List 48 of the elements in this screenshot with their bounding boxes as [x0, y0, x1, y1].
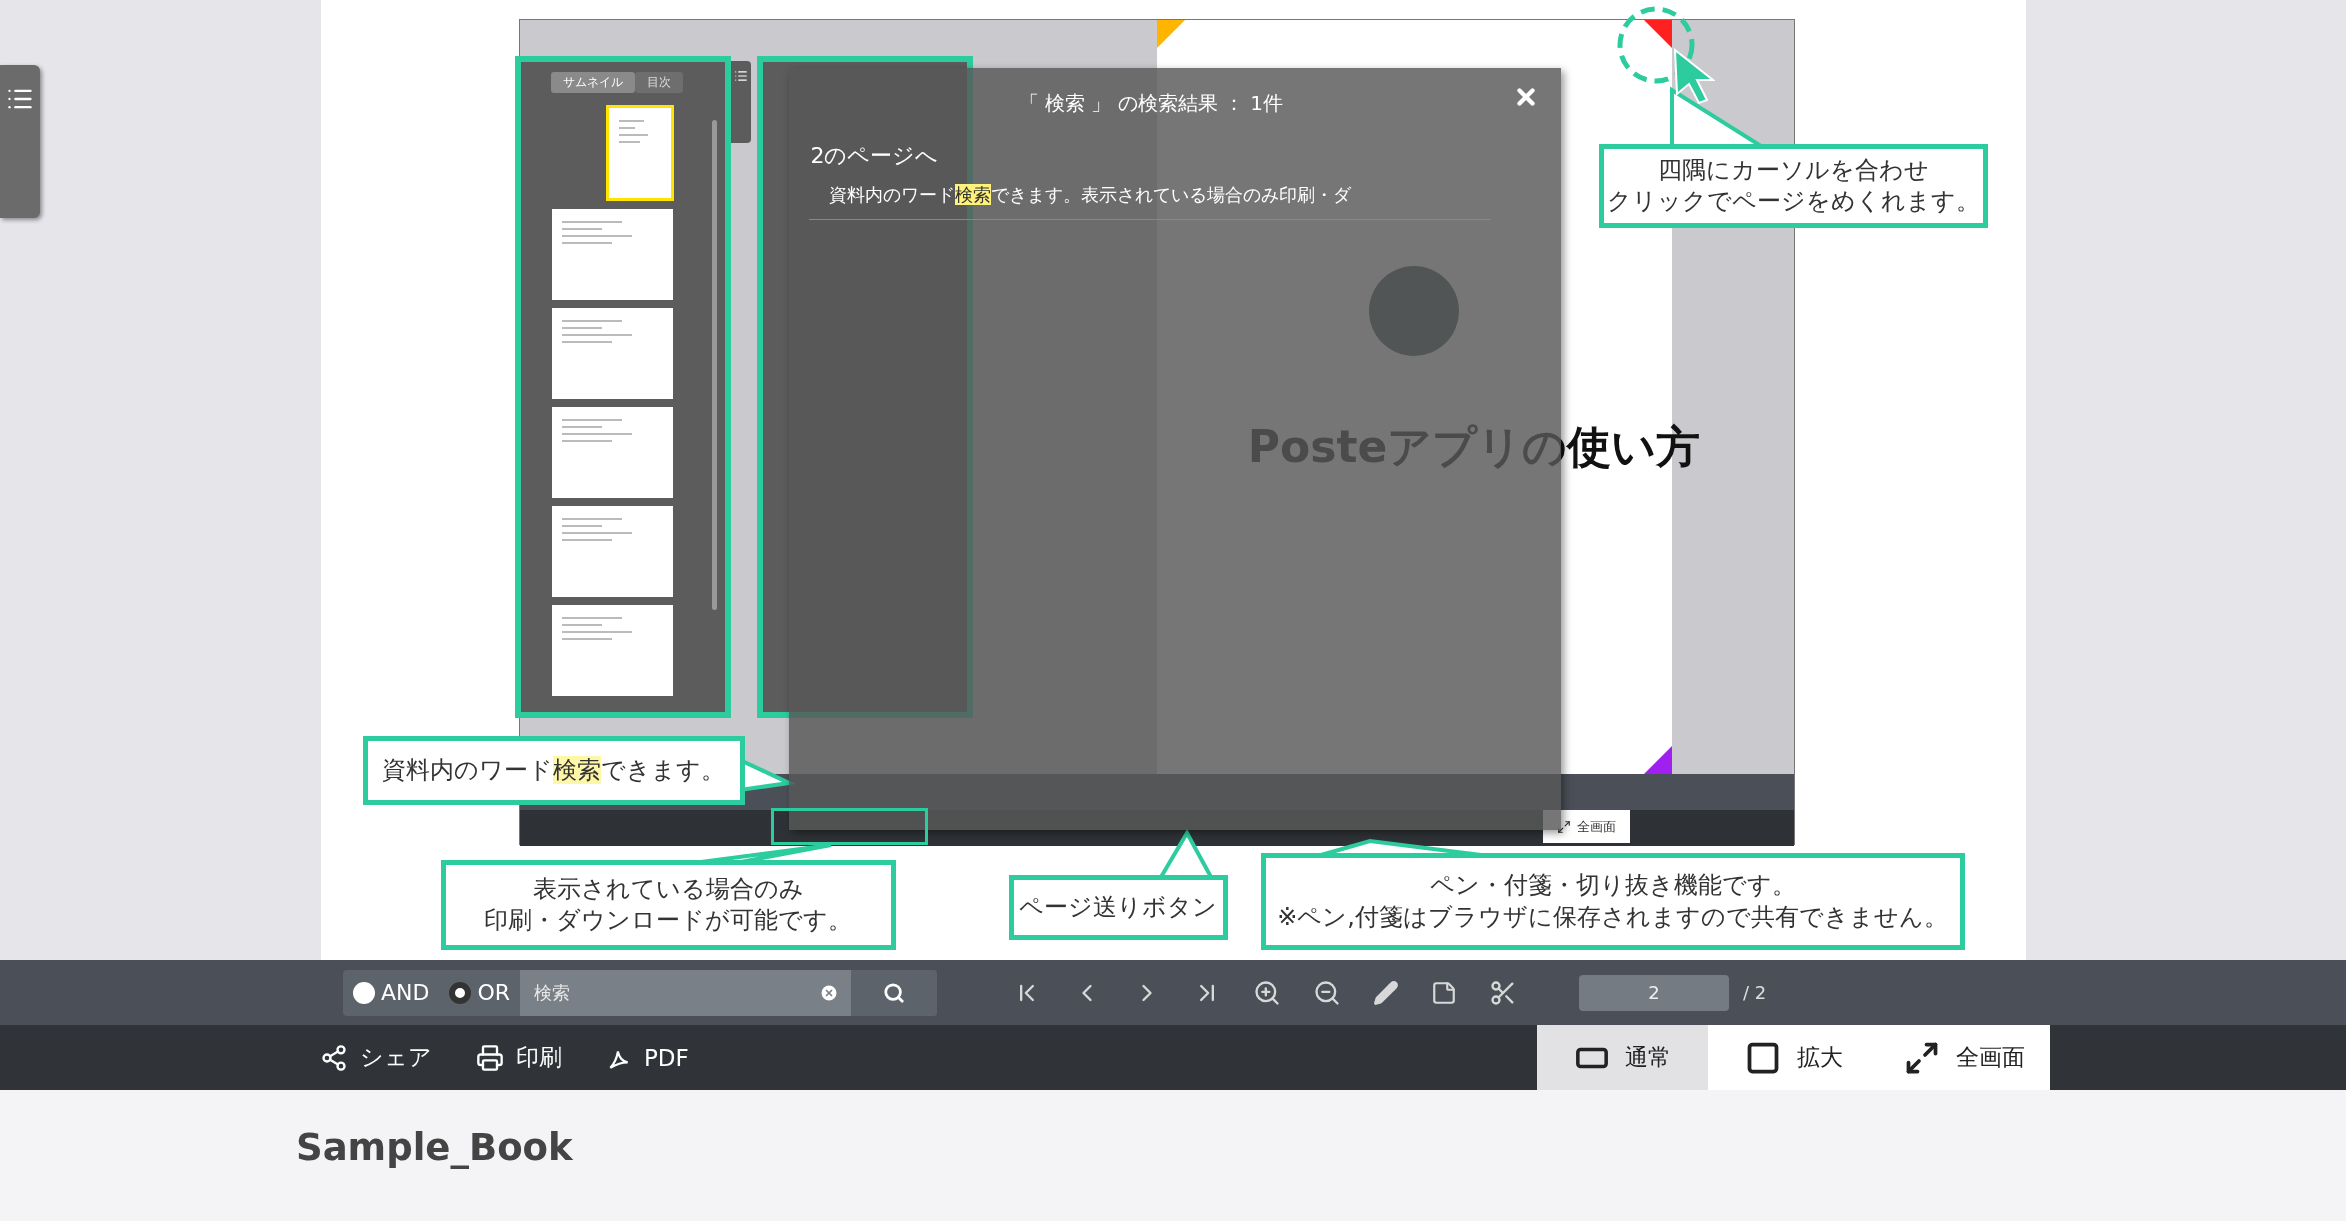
sticky-note-button[interactable]: [1431, 979, 1457, 1006]
sticky-note-icon: [1431, 979, 1457, 1006]
view-mode-button[interactable]: 拡大: [1708, 1025, 1879, 1090]
page-total: / 2: [1743, 982, 1767, 1003]
page-thumbnail[interactable]: [551, 407, 673, 498]
result-page-link[interactable]: 2のページへ: [810, 141, 939, 171]
zoom-in-icon: [1253, 978, 1281, 1007]
pencil-icon: [1373, 979, 1399, 1006]
callout-text: 表示されている場合のみ: [532, 873, 804, 905]
zoom-out-icon: [1313, 978, 1341, 1007]
search-input[interactable]: 検索: [532, 981, 819, 1004]
view-mode-button[interactable]: 通常: [1537, 1025, 1708, 1090]
page-thumbnail[interactable]: [551, 308, 673, 399]
menu-tab[interactable]: [730, 61, 751, 143]
share-button[interactable]: シェア: [320, 1025, 432, 1090]
search-field[interactable]: 検索: [520, 969, 851, 1016]
corner-marker: [1156, 20, 1187, 50]
cursor-icon: [1672, 48, 1715, 104]
result-text[interactable]: 資料内のワード検索できます。表示されている場合のみ印刷・ダ: [828, 183, 1351, 207]
list-icon: [733, 69, 748, 83]
callout-text: ペン・付箋・切り抜き機能です。: [1429, 870, 1796, 902]
callout-text: ページ送りボタン: [1019, 891, 1217, 923]
zoom-in-button[interactable]: [1253, 978, 1281, 1007]
zoom-out-button[interactable]: [1313, 978, 1341, 1007]
print-icon: [476, 1043, 504, 1072]
page-thumbnail[interactable]: [551, 605, 673, 696]
callout-text: ※ペン,付箋はブラウザに保存されますので共有できません。: [1277, 901, 1948, 933]
book-title: Sample_Book: [295, 1125, 574, 1169]
page-thumbnail[interactable]: [605, 105, 674, 201]
page-thumbnail[interactable]: [551, 506, 673, 597]
share-icon: [320, 1043, 348, 1072]
page-field[interactable]: 2: [1579, 974, 1729, 1011]
menu-tab[interactable]: [0, 65, 40, 218]
view-mode-button[interactable]: 全画面: [1879, 1025, 2050, 1090]
page-thumbnail[interactable]: [551, 209, 673, 300]
pen-button[interactable]: [1373, 979, 1399, 1006]
mode-radio[interactable]: OR: [439, 980, 521, 1005]
callout-text: 資料内のワード検索できます。: [382, 754, 725, 786]
pdf-button[interactable]: PDF: [606, 1025, 689, 1090]
callout-text: クリックでページをめくれます。: [1606, 186, 1980, 217]
callout-text: 印刷・ダウンロードが可能です。: [484, 905, 852, 936]
mode-radio[interactable]: AND: [343, 980, 440, 1005]
print-button[interactable]: 印刷: [476, 1025, 562, 1090]
dialog-heading: 「 検索 」 の検索結果 ： 1件: [1018, 90, 1283, 117]
search-icon: [883, 981, 905, 1004]
panel-tab[interactable]: 目次: [634, 72, 683, 93]
callout-text: 四隅にカーソルを合わせ: [1657, 154, 1929, 186]
clear-icon: [819, 982, 839, 1003]
